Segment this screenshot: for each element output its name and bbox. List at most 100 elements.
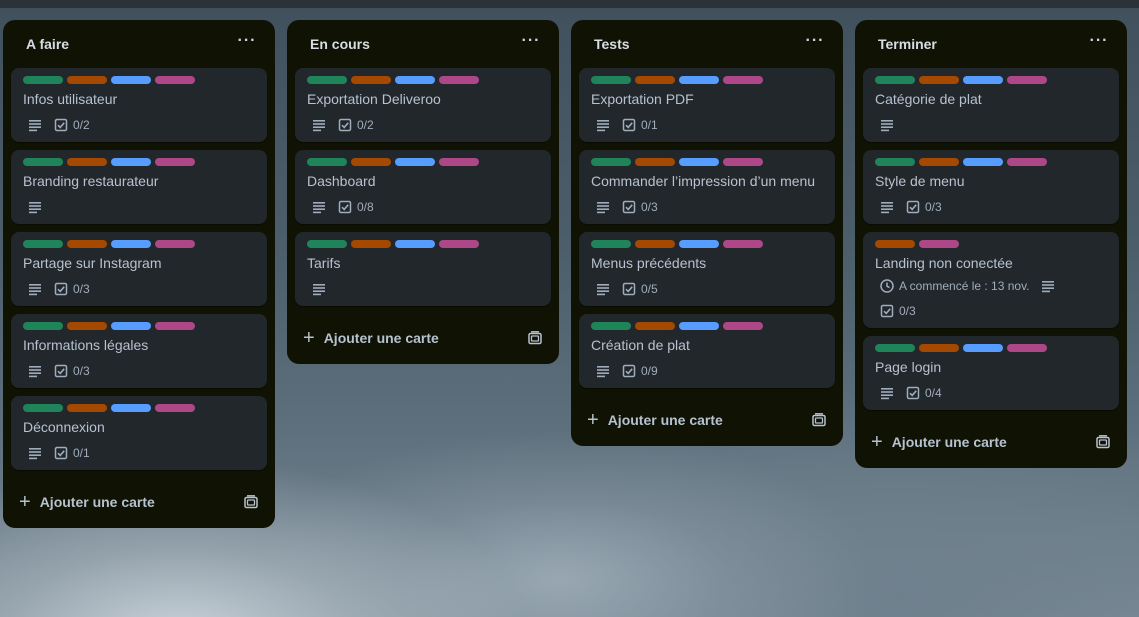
- card[interactable]: Création de plat 0/9: [579, 314, 835, 388]
- label-blue[interactable]: [395, 158, 435, 166]
- label-blue[interactable]: [111, 76, 151, 84]
- label-purple[interactable]: [723, 240, 763, 248]
- label-blue[interactable]: [679, 240, 719, 248]
- label-purple[interactable]: [1007, 76, 1047, 84]
- label-orange[interactable]: [635, 240, 675, 248]
- add-card-button[interactable]: + Ajouter une carte: [587, 410, 723, 430]
- card-template-icon[interactable]: [243, 494, 259, 510]
- label-blue[interactable]: [679, 322, 719, 330]
- label-orange[interactable]: [67, 240, 107, 248]
- label-green[interactable]: [23, 240, 63, 248]
- label-purple[interactable]: [723, 158, 763, 166]
- label-orange[interactable]: [919, 76, 959, 84]
- label-purple[interactable]: [723, 322, 763, 330]
- label-green[interactable]: [23, 158, 63, 166]
- label-purple[interactable]: [1007, 158, 1047, 166]
- label-blue[interactable]: [395, 76, 435, 84]
- label-orange[interactable]: [875, 240, 915, 248]
- label-green[interactable]: [591, 322, 631, 330]
- checklist-icon: [621, 281, 637, 297]
- label-green[interactable]: [23, 76, 63, 84]
- label-green[interactable]: [591, 240, 631, 248]
- card[interactable]: Infos utilisateur 0/2: [11, 68, 267, 142]
- list-menu-icon[interactable]: ···: [1087, 33, 1111, 52]
- description-badge: [27, 363, 43, 379]
- list-title[interactable]: Tests: [594, 36, 630, 52]
- label-green[interactable]: [875, 158, 915, 166]
- label-green[interactable]: [23, 322, 63, 330]
- card[interactable]: Menus précédents 0/5: [579, 232, 835, 306]
- card[interactable]: Commander l’impression d’un menu 0/3: [579, 150, 835, 224]
- label-orange[interactable]: [67, 404, 107, 412]
- card[interactable]: Exportation PDF 0/1: [579, 68, 835, 142]
- card-template-icon[interactable]: [527, 330, 543, 346]
- label-purple[interactable]: [919, 240, 959, 248]
- label-blue[interactable]: [111, 404, 151, 412]
- card-template-icon[interactable]: [1095, 434, 1111, 450]
- label-purple[interactable]: [439, 158, 479, 166]
- label-orange[interactable]: [635, 158, 675, 166]
- label-purple[interactable]: [723, 76, 763, 84]
- label-purple[interactable]: [155, 76, 195, 84]
- label-green[interactable]: [591, 76, 631, 84]
- label-purple[interactable]: [439, 240, 479, 248]
- label-orange[interactable]: [67, 76, 107, 84]
- label-purple[interactable]: [155, 240, 195, 248]
- card[interactable]: Exportation Deliveroo 0/2: [295, 68, 551, 142]
- list-menu-icon[interactable]: ···: [803, 33, 827, 52]
- label-green[interactable]: [307, 158, 347, 166]
- card[interactable]: Dashboard 0/8: [295, 150, 551, 224]
- label-green[interactable]: [875, 76, 915, 84]
- add-card-button[interactable]: + Ajouter une carte: [303, 328, 439, 348]
- card[interactable]: Style de menu 0/3: [863, 150, 1119, 224]
- card[interactable]: Catégorie de plat: [863, 68, 1119, 142]
- card[interactable]: Branding restaurateur: [11, 150, 267, 224]
- start-date-badge[interactable]: A commencé le : 13 nov.: [879, 278, 1030, 294]
- label-orange[interactable]: [919, 158, 959, 166]
- label-purple[interactable]: [1007, 344, 1047, 352]
- label-blue[interactable]: [111, 240, 151, 248]
- card[interactable]: Partage sur Instagram 0/3: [11, 232, 267, 306]
- label-green[interactable]: [591, 158, 631, 166]
- label-blue[interactable]: [111, 158, 151, 166]
- label-orange[interactable]: [67, 322, 107, 330]
- card-template-icon[interactable]: [811, 412, 827, 428]
- list-title[interactable]: En cours: [310, 36, 370, 52]
- card[interactable]: Déconnexion 0/1: [11, 396, 267, 470]
- label-orange[interactable]: [635, 322, 675, 330]
- label-blue[interactable]: [963, 344, 1003, 352]
- card[interactable]: Tarifs: [295, 232, 551, 306]
- label-blue[interactable]: [111, 322, 151, 330]
- label-purple[interactable]: [439, 76, 479, 84]
- label-orange[interactable]: [919, 344, 959, 352]
- label-blue[interactable]: [963, 158, 1003, 166]
- label-orange[interactable]: [351, 158, 391, 166]
- list-title[interactable]: A faire: [26, 36, 69, 52]
- label-purple[interactable]: [155, 404, 195, 412]
- card-badges: [307, 278, 539, 300]
- label-purple[interactable]: [155, 158, 195, 166]
- card[interactable]: Landing non conectée A commencé le : 13 n…: [863, 232, 1119, 328]
- list-menu-icon[interactable]: ···: [235, 33, 259, 52]
- label-blue[interactable]: [679, 158, 719, 166]
- list-menu-icon[interactable]: ···: [519, 33, 543, 52]
- label-purple[interactable]: [155, 322, 195, 330]
- add-card-button[interactable]: + Ajouter une carte: [19, 492, 155, 512]
- label-blue[interactable]: [963, 76, 1003, 84]
- label-orange[interactable]: [67, 158, 107, 166]
- label-blue[interactable]: [395, 240, 435, 248]
- add-card-button[interactable]: + Ajouter une carte: [871, 432, 1007, 452]
- label-green[interactable]: [875, 344, 915, 352]
- label-orange[interactable]: [635, 76, 675, 84]
- label-green[interactable]: [307, 240, 347, 248]
- label-green[interactable]: [23, 404, 63, 412]
- card[interactable]: Informations légales 0/3: [11, 314, 267, 388]
- label-orange[interactable]: [351, 240, 391, 248]
- card-labels: [591, 76, 823, 84]
- list-title[interactable]: Terminer: [878, 36, 937, 52]
- checklist-icon: [53, 117, 69, 133]
- card[interactable]: Page login 0/4: [863, 336, 1119, 410]
- label-blue[interactable]: [679, 76, 719, 84]
- label-orange[interactable]: [351, 76, 391, 84]
- label-green[interactable]: [307, 76, 347, 84]
